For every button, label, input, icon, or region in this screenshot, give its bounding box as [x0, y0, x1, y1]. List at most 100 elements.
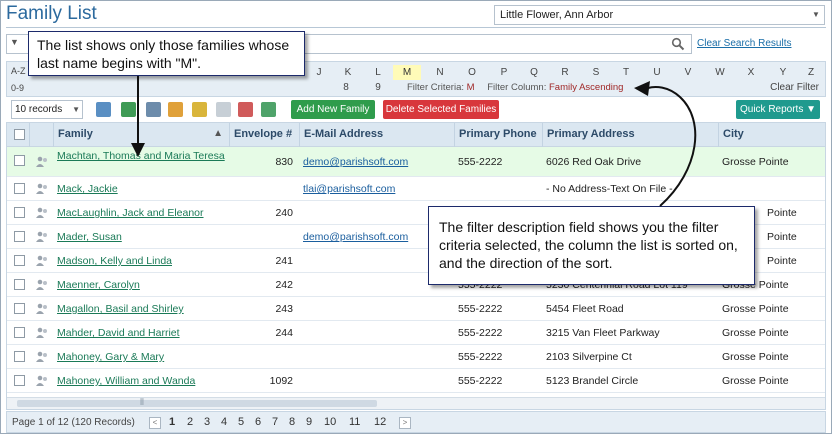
table-row[interactable]: Magallon, Basil and Shirley 243 555-2222…: [7, 297, 825, 321]
alpha-letter[interactable]: R: [551, 65, 579, 80]
table-row[interactable]: Mahoney, William and Wanda 1092 555-2222…: [7, 369, 825, 393]
family-name-link[interactable]: Machtan, Thomas and Maria Teresa: [53, 147, 229, 171]
row-checkbox[interactable]: [14, 351, 25, 362]
parish-select[interactable]: Little Flower, Ann Arbor ▼: [494, 5, 825, 25]
alpha-letter[interactable]: Y: [769, 65, 797, 80]
alpha-letter[interactable]: P: [490, 65, 518, 80]
export-excel-icon[interactable]: [121, 102, 136, 117]
page-number[interactable]: 8: [289, 416, 295, 428]
chevron-down-icon[interactable]: ▼: [808, 6, 824, 24]
row-checkbox[interactable]: [14, 207, 25, 218]
page-number[interactable]: 5: [238, 416, 244, 428]
clear-search-link[interactable]: Clear Search Results: [697, 38, 791, 49]
family-icon[interactable]: [35, 182, 49, 196]
family-name-link[interactable]: Madson, Kelly and Linda: [53, 249, 229, 273]
email-link[interactable]: [299, 297, 454, 321]
family-name-link[interactable]: Mahoney, William and Wanda: [53, 369, 229, 393]
email-link[interactable]: demo@parishsoft.com: [299, 147, 454, 171]
family-icon[interactable]: [35, 155, 49, 169]
quick-reports-button[interactable]: Quick Reports ▼: [736, 100, 820, 119]
next-page-icon[interactable]: >: [399, 417, 411, 429]
label-icon[interactable]: [192, 102, 207, 117]
family-name-link[interactable]: Magallon, Basil and Shirley: [53, 297, 229, 321]
table-row[interactable]: Mack, Jackie tlai@parishsoft.com - No Ad…: [7, 177, 825, 201]
family-name-link[interactable]: Mack, Jackie: [53, 177, 229, 201]
alpha-letter[interactable]: J: [305, 65, 333, 80]
page-number-current[interactable]: 1: [169, 416, 175, 428]
alpha-letter[interactable]: U: [643, 65, 671, 80]
page-number[interactable]: 10: [324, 416, 336, 428]
table-row[interactable]: Mahoney, Gary & Mary 555-2222 2103 Silve…: [7, 345, 825, 369]
alpha-letter[interactable]: S: [582, 65, 610, 80]
alpha-letter[interactable]: T: [612, 65, 640, 80]
email-link[interactable]: tlai@parishsoft.com: [299, 177, 454, 201]
row-checkbox[interactable]: [14, 255, 25, 266]
column-header-family[interactable]: Family ▲: [53, 123, 229, 147]
page-number[interactable]: 11: [349, 416, 360, 428]
delete-selected-families-button[interactable]: Delete Selected Families: [383, 100, 499, 119]
email-link[interactable]: [299, 321, 454, 345]
column-header-envelope[interactable]: Envelope #: [229, 123, 299, 147]
horizontal-scrollbar[interactable]: ⦀: [7, 397, 825, 409]
page-number[interactable]: 2: [187, 416, 193, 428]
alpha-letter[interactable]: N: [426, 65, 454, 80]
family-icon[interactable]: [35, 254, 49, 268]
column-header-phone[interactable]: Primary Phone: [454, 123, 542, 147]
filter-dropdown-icon[interactable]: ▼: [10, 37, 19, 47]
alpha-letter[interactable]: V: [674, 65, 702, 80]
alpha-letter[interactable]: O: [458, 65, 486, 80]
filter-icon[interactable]: [216, 102, 231, 117]
row-checkbox[interactable]: [14, 231, 25, 242]
alpha-number[interactable]: 8: [332, 82, 360, 93]
add-new-family-button[interactable]: Add New Family: [291, 100, 375, 119]
family-icon[interactable]: [35, 206, 49, 220]
row-checkbox[interactable]: [14, 183, 25, 194]
alpha-letter[interactable]: Z: [797, 65, 825, 80]
search-icon[interactable]: [671, 37, 685, 51]
row-checkbox[interactable]: [14, 327, 25, 338]
page-number[interactable]: 3: [204, 416, 210, 428]
alpha-letter[interactable]: Q: [520, 65, 548, 80]
family-icon[interactable]: [35, 302, 49, 316]
row-checkbox[interactable]: [14, 279, 25, 290]
page-number[interactable]: 9: [306, 416, 312, 428]
report-icon[interactable]: [261, 102, 276, 117]
email-link[interactable]: [299, 345, 454, 369]
chevron-down-icon[interactable]: ▼: [72, 101, 80, 118]
alpha-letter[interactable]: X: [737, 65, 765, 80]
clear-filter-link[interactable]: Clear Filter: [770, 82, 819, 93]
sort-ascending-icon[interactable]: ▲: [213, 123, 223, 145]
family-name-link[interactable]: Mader, Susan: [53, 225, 229, 249]
select-all-checkbox[interactable]: [14, 129, 25, 140]
table-row[interactable]: Machtan, Thomas and Maria Teresa 830 dem…: [7, 147, 825, 177]
family-icon[interactable]: [35, 374, 49, 388]
alpha-letter[interactable]: W: [706, 65, 734, 80]
row-checkbox[interactable]: [14, 375, 25, 386]
family-icon[interactable]: [35, 350, 49, 364]
remove-filter-icon[interactable]: [238, 102, 253, 117]
family-name-link[interactable]: Mahoney, Gary & Mary: [53, 345, 229, 369]
column-header-address[interactable]: Primary Address: [542, 123, 718, 147]
previous-page-icon[interactable]: <: [149, 417, 161, 429]
column-header-email[interactable]: E-Mail Address: [299, 123, 454, 147]
calendar-icon[interactable]: [146, 102, 161, 117]
row-checkbox[interactable]: [14, 155, 25, 166]
alpha-letter[interactable]: L: [364, 65, 392, 80]
page-number[interactable]: 7: [272, 416, 278, 428]
table-row[interactable]: Mahder, David and Harriet 244 555-2222 3…: [7, 321, 825, 345]
family-icon[interactable]: [35, 278, 49, 292]
alpha-number[interactable]: 9: [364, 82, 392, 93]
family-icon[interactable]: [35, 230, 49, 244]
page-number[interactable]: 12: [374, 416, 386, 428]
family-name-link[interactable]: Mahder, David and Harriet: [53, 321, 229, 345]
family-name-link[interactable]: MacLaughlin, Jack and Eleanor: [53, 201, 229, 225]
alpha-letter[interactable]: K: [334, 65, 362, 80]
family-icon[interactable]: [35, 326, 49, 340]
email-icon[interactable]: [168, 102, 183, 117]
row-checkbox[interactable]: [14, 303, 25, 314]
records-per-page-select[interactable]: 10 records ▼: [11, 100, 83, 119]
page-number[interactable]: 6: [255, 416, 261, 428]
alpha-letters-prefix[interactable]: A-Z: [11, 66, 26, 76]
page-number[interactable]: 4: [221, 416, 227, 428]
print-icon[interactable]: [96, 102, 111, 117]
